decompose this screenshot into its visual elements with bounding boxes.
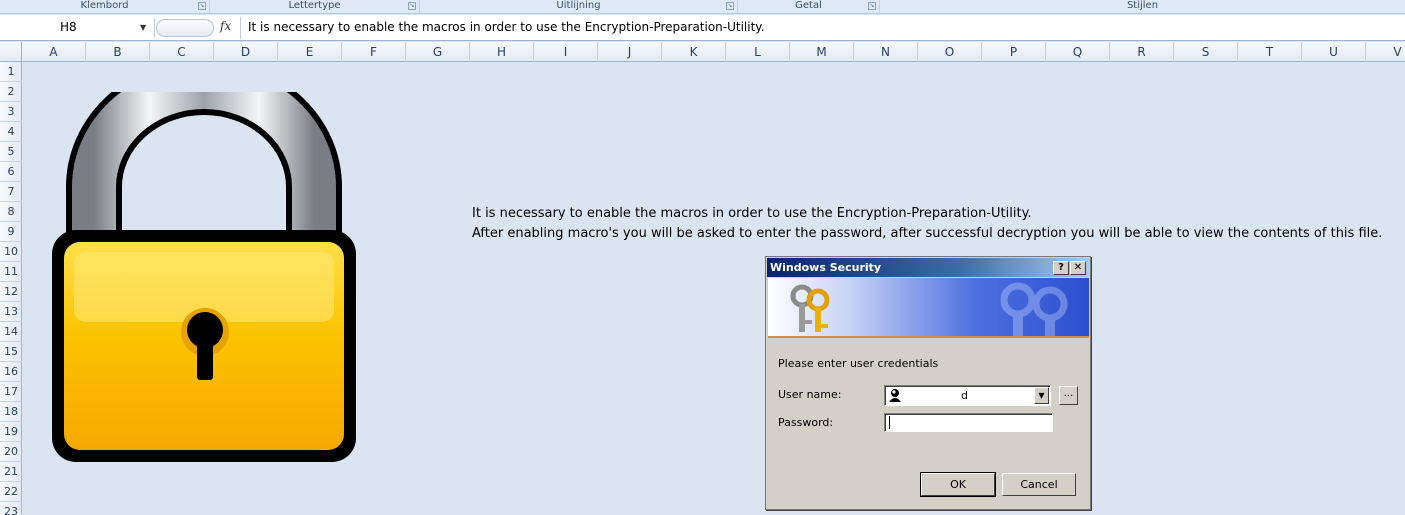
formula-bar: H8 ▼ fx It is necessary to enable the ma… [0,15,1405,41]
password-input[interactable] [884,413,1053,432]
row-header-3[interactable]: 3 [0,102,22,122]
column-header-p[interactable]: P [982,42,1046,62]
row-header-17[interactable]: 17 [0,382,22,402]
column-header-j[interactable]: J [598,42,662,62]
row-header-20[interactable]: 20 [0,442,22,462]
formula-bar-expand-handle[interactable] [156,19,214,37]
cancel-button[interactable]: Cancel [1002,473,1076,496]
column-header-a[interactable]: A [22,42,86,62]
row-header-22[interactable]: 22 [0,482,22,502]
column-header-f[interactable]: F [342,42,406,62]
cell-reference: H8 [60,20,77,34]
ribbon-group-label: Klembord [80,0,129,11]
row-header-5[interactable]: 5 [0,142,22,162]
row-header-8[interactable]: 8 [0,202,22,222]
dialog-launcher-icon[interactable]: ↘ [726,2,734,10]
row-header-15[interactable]: 15 [0,342,22,362]
ribbon-group-label: Getal [795,0,822,11]
column-header-b[interactable]: B [86,42,150,62]
row-headers: 1 2 3 4 5 6 7 8 9 10 11 12 13 14 15 16 17 18 19 20 21 22 23 [0,62,22,515]
username-combobox[interactable]: d ▼ [884,385,1051,406]
row-header-19[interactable]: 19 [0,422,22,442]
row-header-13[interactable]: 13 [0,302,22,322]
windows-security-dialog: Windows Security ? ✕ Please enter user c… [765,256,1091,510]
name-box[interactable]: H8 ▼ [0,18,155,38]
column-header-l[interactable]: L [726,42,790,62]
close-button[interactable]: ✕ [1070,261,1086,275]
column-header-k[interactable]: K [662,42,726,62]
column-header-g[interactable]: G [406,42,470,62]
row-header-1[interactable]: 1 [0,62,22,82]
column-header-c[interactable]: C [150,42,214,62]
column-header-r[interactable]: R [1110,42,1174,62]
dialog-launcher-icon[interactable]: ↘ [868,2,876,10]
user-icon [889,389,901,402]
column-header-v[interactable]: V [1366,42,1405,62]
browse-users-button[interactable]: ... [1059,386,1078,405]
keys-watermark-icon [1000,282,1068,336]
chevron-down-icon[interactable]: ▼ [1034,387,1049,404]
row-header-14[interactable]: 14 [0,322,22,342]
ribbon-group-alignment: Uitlijning ↘ [420,0,738,13]
dialog-title-bar[interactable]: Windows Security ? ✕ [767,258,1089,277]
username-value: d [961,389,968,402]
ok-button[interactable]: OK [920,472,996,497]
column-header-d[interactable]: D [214,42,278,62]
column-header-n[interactable]: N [854,42,918,62]
password-label: Password: [778,416,834,429]
dialog-launcher-icon[interactable]: ↘ [408,2,416,10]
row-header-12[interactable]: 12 [0,282,22,302]
row-header-7[interactable]: 7 [0,182,22,202]
insert-function-icon[interactable]: fx [220,19,231,33]
column-header-o[interactable]: O [918,42,982,62]
ribbon-group-label: Lettertype [288,0,341,11]
padlock-icon [52,92,356,462]
macro-warning-text: It is necessary to enable the macros in … [472,206,1032,221]
column-headers: ABCDEFGHIJKLMNOPQRSTUV [0,42,1405,62]
help-button[interactable]: ? [1053,261,1069,275]
column-header-h[interactable]: H [470,42,534,62]
column-header-t[interactable]: T [1238,42,1302,62]
column-header-s[interactable]: S [1174,42,1238,62]
row-header-10[interactable]: 10 [0,242,22,262]
column-header-u[interactable]: U [1302,42,1366,62]
row-header-18[interactable]: 18 [0,402,22,422]
ribbon-group-number: Getal ↘ [738,0,880,13]
dialog-title: Windows Security [770,261,882,274]
select-all-corner[interactable] [0,42,22,62]
formula-input[interactable]: It is necessary to enable the macros in … [248,20,765,34]
username-label: User name: [778,388,842,401]
credentials-prompt: Please enter user credentials [778,357,939,370]
ribbon-group-label: Stijlen [1126,0,1159,11]
row-header-6[interactable]: 6 [0,162,22,182]
text-cursor [889,416,890,429]
keys-icon [790,284,830,332]
macro-instructions-text: After enabling macro's you will be asked… [472,226,1383,241]
dialog-banner [768,278,1089,338]
row-header-21[interactable]: 21 [0,462,22,482]
row-header-4[interactable]: 4 [0,122,22,142]
row-header-11[interactable]: 11 [0,262,22,282]
ribbon-group-labels: Klembord ↘ Lettertype ↘ Uitlijning ↘ Get… [0,0,1405,14]
row-header-23[interactable]: 23 [0,502,22,515]
column-header-m[interactable]: M [790,42,854,62]
ribbon-group-label: Uitlijning [556,0,601,11]
dialog-launcher-icon[interactable]: ↘ [198,2,206,10]
formula-bar-divider [240,17,241,39]
chevron-down-icon[interactable]: ▼ [140,23,146,32]
row-header-2[interactable]: 2 [0,82,22,102]
column-header-q[interactable]: Q [1046,42,1110,62]
ribbon-group-styles: Stijlen [880,0,1405,13]
ribbon-group-clipboard: Klembord ↘ [0,0,210,13]
column-header-i[interactable]: I [534,42,598,62]
ribbon-group-font: Lettertype ↘ [210,0,420,13]
column-header-e[interactable]: E [278,42,342,62]
row-header-9[interactable]: 9 [0,222,22,242]
row-header-16[interactable]: 16 [0,362,22,382]
